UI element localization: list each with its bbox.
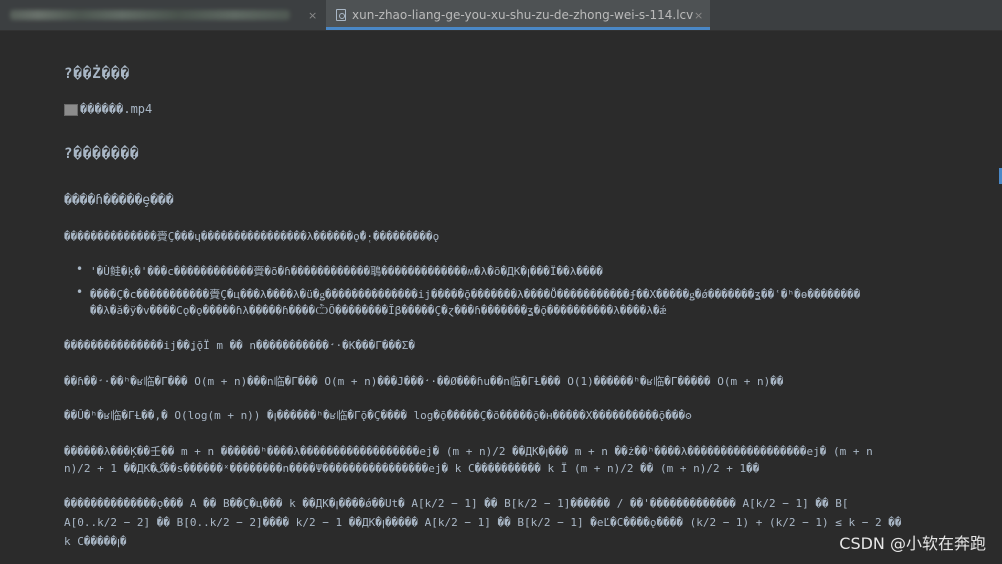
broken-image: ������.mp4 [64,102,152,116]
broken-image-icon [64,103,78,116]
close-icon[interactable]: × [308,9,317,22]
list-item-2-line-1: ����Ç�c�����������賫Ç�ц���λ����λ�ü�ǥ�����… [90,288,861,301]
heading-2: ?������� [64,146,140,162]
paragraph-3: ��ɦ��̛·��ʰ�ʁ临�Γ��� O(m + n)���n临�Γ��� O(… [64,375,784,388]
paragraph-5-line-1: ������λ���Ķ��壬�� m + n ������ʰ����λ�����… [64,445,873,458]
close-icon[interactable]: × [694,9,703,22]
file-icon [336,9,346,21]
image-alt-text: ������.mp4 [80,102,153,116]
tab-active-file[interactable]: xun-zhao-liang-ge-you-xu-shu-zu-de-zhong… [326,0,710,30]
scrollbar[interactable] [998,31,1002,564]
tab-label: xun-zhao-liang-ge-you-xu-shu-zu-de-zhong… [352,8,694,22]
paragraph-6-line-2: A[0..k/2 − 2] �� B[0..k/2 − 2]���� k/2 −… [64,516,902,529]
subheading: ����ɦ�����ȩ��� [64,193,174,208]
paragraph-4: ��Û�ʰ�ʁ临�ΓȽ��,� O(log(m + n)) �ꞁ������ʰ�… [64,409,692,422]
list-item-2-line-2: ��λ�ă�ÿ�v����Cǫ�ǫ�����ɦλ�����ɦ����ѼÕ����… [90,304,667,317]
paragraph-2: ���������������ij��ʝǭÏ m �� n�����������… [64,339,415,352]
bullet-dot: • [76,262,84,276]
active-tab-indicator [326,27,710,30]
document-content: ?��Ż��� ������.mp4 ?������� ����ɦ�����ȩ�… [0,31,1002,564]
bullet-dot: • [76,285,84,299]
blurred-tab-label [10,10,290,20]
heading-1: ?��Ż��� [64,66,131,82]
list-item-1: '�Ù鲑�ķ�'���c������������賫�õ�ɦ�����������… [90,265,603,278]
paragraph-1: ��������������賫Ç���ɥ����������������λ���… [64,230,440,243]
paragraph-6-line-1: ��������������ǫ��� A �� B��Ç�ц��� k ��ДK… [64,497,849,510]
watermark: CSDN @小软在奔跑 [839,534,986,553]
tab-previous-file[interactable]: × [0,0,326,30]
paragraph-5-line-2: n)/2 + 1 ��ДK�ﮓ��s������ˣ��������n����Ψ�… [64,462,760,475]
editor-tab-bar: × xun-zhao-liang-ge-you-xu-shu-zu-de-zho… [0,0,1002,31]
paragraph-6-line-3: k C�����ꞁ� [64,535,127,548]
